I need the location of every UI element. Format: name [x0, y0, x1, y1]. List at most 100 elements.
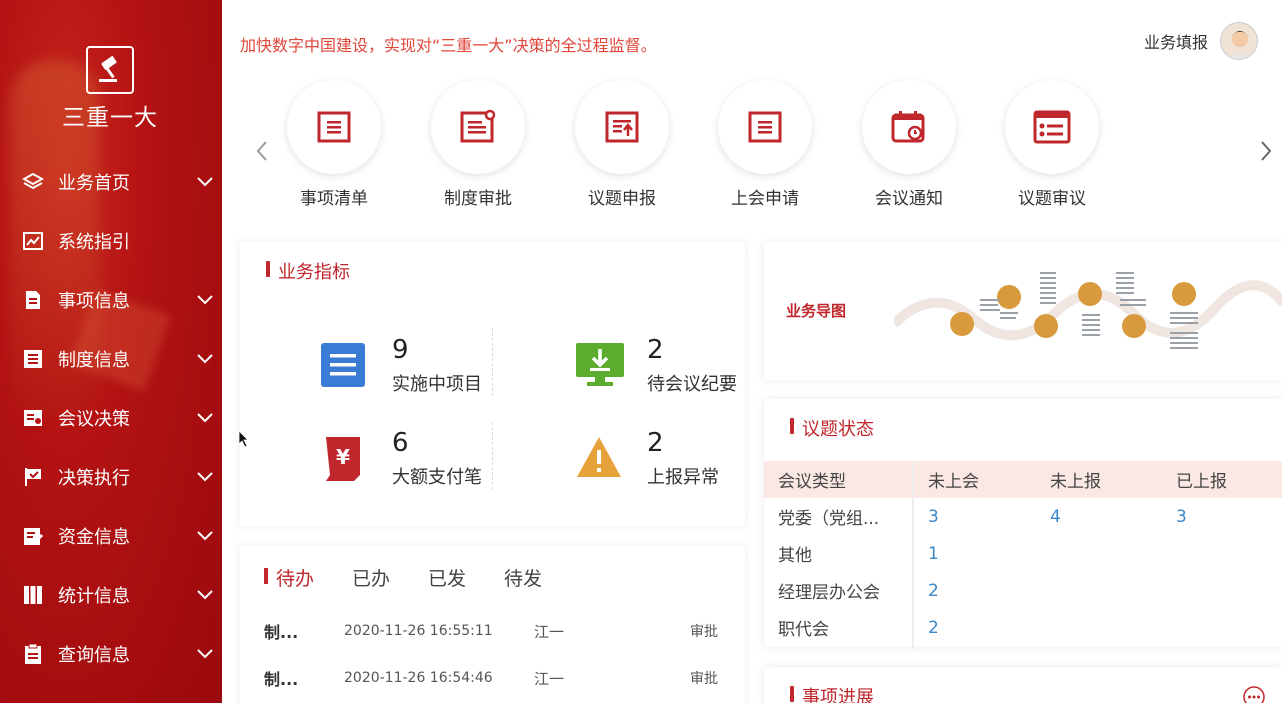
quick-item-topic-review[interactable]: 议题审议	[1002, 80, 1102, 209]
sidebar-item-label: 系统指引	[58, 231, 130, 253]
cell-meeting-type: 其他	[778, 546, 812, 566]
progress-panel: 事项进展	[764, 667, 1282, 703]
chevron-down-icon	[188, 648, 222, 659]
quick-item-topic-report[interactable]: 议题申报	[572, 80, 672, 209]
user-role: 业务填报	[1143, 33, 1208, 52]
avatar[interactable]	[1220, 22, 1258, 60]
tab-sent[interactable]: 已发	[428, 564, 466, 591]
cell-count-link[interactable]: 4	[1036, 507, 1162, 527]
chevron-down-icon	[188, 412, 222, 423]
quick-item-label: 制度审批	[444, 189, 512, 209]
upload-doc-icon	[575, 80, 669, 174]
sidebar-item-label: 决策执行	[58, 467, 130, 489]
sidebar-item-matters[interactable]: 事项信息	[0, 270, 222, 329]
cell-count-link[interactable]: 2	[912, 617, 1036, 638]
table-header: 会议类型 未上会 未上报 已上报	[764, 461, 1282, 498]
chevron-down-icon	[188, 530, 222, 541]
sidebar-item-label: 制度信息	[58, 349, 130, 371]
chart-icon	[22, 230, 44, 252]
more-icon[interactable]	[1242, 685, 1266, 703]
chevron-down-icon	[188, 589, 222, 600]
panel-title: 议题状态	[790, 415, 874, 441]
kpi-label: 待会议纪要	[647, 374, 737, 395]
books-icon	[22, 584, 44, 606]
doc-lines-icon	[718, 80, 812, 174]
table-row: 经理层办公会 2	[764, 572, 1282, 609]
cell-count-link[interactable]: 3	[912, 506, 1036, 527]
cell-count-link[interactable]: 3	[1162, 507, 1282, 527]
column-divider	[912, 461, 914, 649]
sidebar-item-guide[interactable]: 系统指引	[0, 211, 222, 270]
todo-name: 制...	[264, 623, 299, 642]
business-map-title: 业务导图	[786, 302, 847, 320]
layers-icon	[22, 171, 44, 193]
sidebar-menu: 业务首页 系统指引 事项信息 制度信息 会议决策 决策执行 资金信息 统计信息 …	[0, 152, 222, 683]
list-icon	[320, 342, 370, 392]
chevron-left-icon	[256, 141, 267, 161]
kpi-label: 上报异常	[647, 467, 719, 488]
chevron-down-icon	[188, 353, 222, 364]
clipboard-icon	[22, 643, 44, 665]
table-row: 其他 1	[764, 535, 1282, 572]
slogan: 加快数字中国建设，实现对“三重一大”决策的全过程监督。	[240, 36, 657, 55]
svg-text:¥: ¥	[336, 445, 350, 469]
panel-title: 事项进展	[790, 683, 874, 703]
todo-action: 审批	[690, 624, 718, 640]
topic-status-table: 会议类型 未上会 未上报 已上报 党委（党组... 3 4 3 其他 1 经理层…	[764, 461, 1282, 646]
user-menu[interactable]: 业务填报	[1144, 22, 1258, 60]
todo-user: 江一	[534, 622, 565, 641]
quick-item-label: 议题审议	[1018, 189, 1086, 209]
indicators-panel: 业务指标 9 实施中项目 2 待会议纪要 ¥ 6 大额支付笔 2 上报异常	[240, 242, 745, 526]
mouse-cursor-icon	[238, 430, 250, 452]
todo-time: 2020-11-26 16:54:46	[344, 670, 493, 686]
quick-item-label: 会议通知	[875, 189, 943, 209]
list-doc-icon	[287, 80, 381, 174]
kpi-value: 2	[647, 428, 664, 458]
sidebar-item-execution[interactable]: 决策执行	[0, 447, 222, 506]
kpi-exceptions[interactable]: 2 上报异常	[575, 427, 719, 489]
panel-title: 业务指标	[266, 258, 350, 284]
todo-row[interactable]: 制... 2020-11-26 16:55:11 江一 审批	[264, 616, 724, 646]
tab-pending-send[interactable]: 待发	[504, 564, 542, 591]
divider	[492, 422, 493, 490]
tab-todo[interactable]: 待办	[264, 564, 314, 591]
todo-panel: 待办 已办 已发 待发 制... 2020-11-26 16:55:11 江一 …	[240, 546, 745, 703]
kpi-projects[interactable]: 9 实施中项目	[320, 334, 482, 396]
kpi-value: 6	[392, 428, 409, 458]
quick-item-meeting-apply[interactable]: 上会申请	[715, 80, 815, 209]
quick-item-matter-list[interactable]: 事项清单	[284, 80, 384, 209]
table-row: 党委（党组... 3 4 3	[764, 498, 1282, 535]
sidebar-item-funds[interactable]: 资金信息	[0, 506, 222, 565]
sidebar-item-home[interactable]: 业务首页	[0, 152, 222, 211]
sidebar-item-meeting[interactable]: 会议决策	[0, 388, 222, 447]
todo-name: 制...	[264, 670, 299, 689]
edit-icon	[22, 525, 44, 547]
sidebar-item-statistics[interactable]: 统计信息	[0, 565, 222, 624]
monitor-download-icon	[575, 342, 625, 392]
yen-icon: ¥	[320, 435, 370, 485]
chevron-down-icon	[188, 176, 222, 187]
sidebar-item-query[interactable]: 查询信息	[0, 624, 222, 683]
cell-meeting-type: 党委（党组...	[778, 509, 880, 529]
kpi-minutes[interactable]: 2 待会议纪要	[575, 334, 737, 396]
sidebar-item-system[interactable]: 制度信息	[0, 329, 222, 388]
kpi-payments[interactable]: ¥ 6 大额支付笔	[320, 427, 482, 489]
carousel-next-button[interactable]	[1256, 136, 1276, 166]
chevron-right-icon	[1261, 141, 1272, 161]
cell-count-link[interactable]: 2	[912, 580, 1036, 601]
sidebar-item-label: 统计信息	[58, 585, 130, 607]
kpi-value: 2	[647, 335, 664, 365]
todo-action: 审批	[690, 671, 718, 687]
tab-done[interactable]: 已办	[352, 564, 390, 591]
quick-item-label: 事项清单	[300, 189, 368, 209]
todo-time: 2020-11-26 16:55:11	[344, 623, 493, 639]
carousel-prev-button[interactable]	[252, 136, 272, 166]
logo[interactable]: 三重一大	[62, 46, 158, 132]
quick-item-system-approval[interactable]: 制度审批	[428, 80, 528, 209]
logo-text: 三重一大	[62, 105, 158, 131]
business-map-panel[interactable]: 业务导图	[764, 242, 1282, 380]
kpi-label: 大额支付笔	[392, 467, 482, 488]
cell-count-link[interactable]: 1	[912, 543, 1036, 564]
todo-row[interactable]: 制... 2020-11-26 16:54:46 江一 审批	[264, 663, 724, 693]
quick-item-meeting-notice[interactable]: 会议通知	[859, 80, 959, 209]
